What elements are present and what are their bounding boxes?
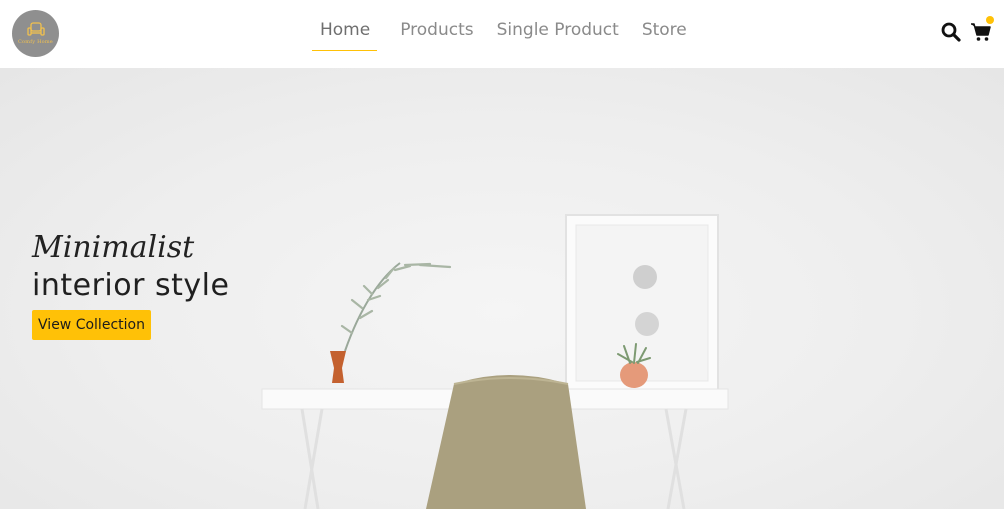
armchair-icon — [26, 22, 45, 36]
search-icon[interactable] — [941, 22, 961, 42]
hero-section: Minimalist interior style View Collectio… — [0, 68, 1004, 509]
navbar: Comfy Home Home Products Single Product … — [0, 0, 1004, 68]
nav-item-home[interactable]: Home — [312, 20, 378, 51]
view-collection-button[interactable]: View Collection — [32, 310, 151, 340]
logo-text: Comfy Home — [18, 39, 53, 45]
nav-item-single-product[interactable]: Single Product — [497, 20, 619, 51]
cart-badge — [986, 16, 994, 24]
nav-item-store[interactable]: Store — [642, 20, 687, 51]
nav-item-products[interactable]: Products — [400, 20, 473, 51]
logo[interactable]: Comfy Home — [12, 10, 59, 57]
hero-title-secondary: interior style — [32, 268, 230, 303]
main-nav: Home Products Single Product Store — [312, 20, 710, 51]
hero-title-primary: Minimalist — [32, 230, 195, 265]
cart-icon[interactable] — [970, 22, 992, 42]
